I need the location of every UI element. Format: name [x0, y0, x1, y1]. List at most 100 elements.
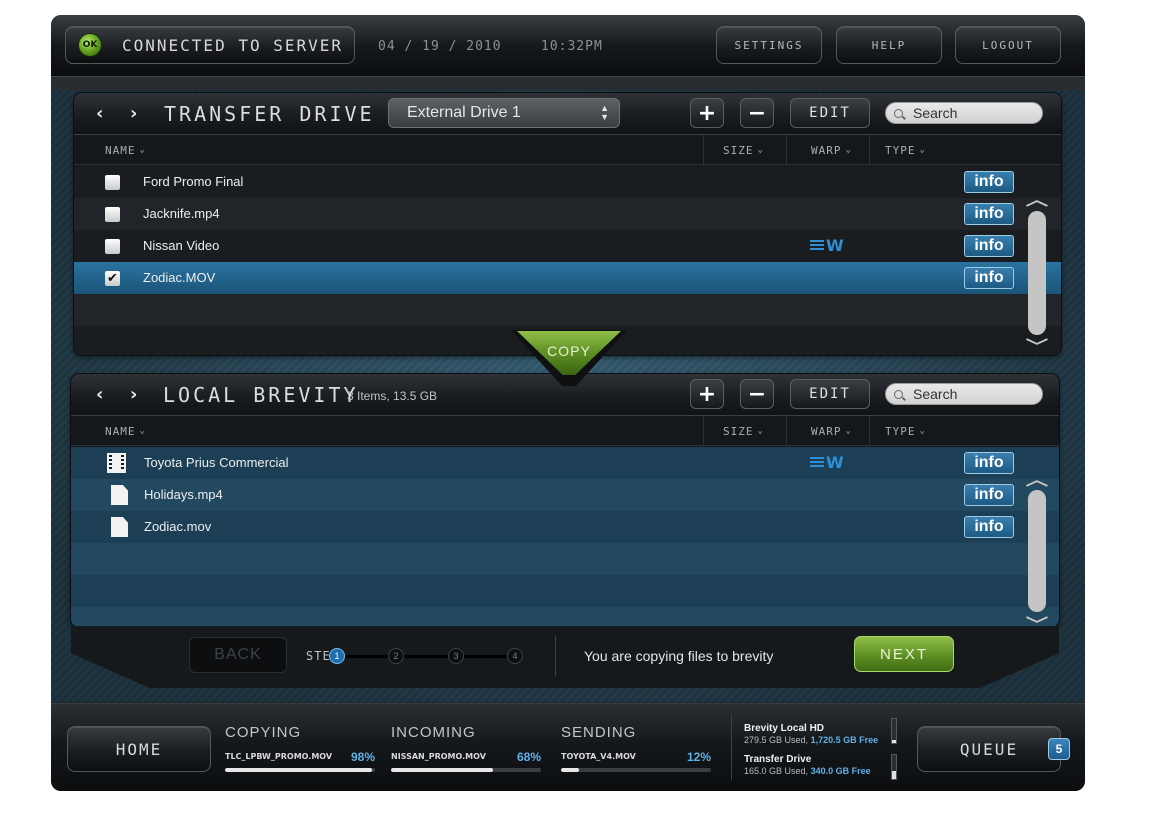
column-divider	[869, 416, 870, 446]
type-column-header[interactable]: TYPE ⌄	[885, 416, 926, 446]
top-bar: OK CONNECTED TO SERVER 04 / 19 / 2010 10…	[51, 15, 1085, 77]
help-button[interactable]: HELP	[836, 26, 942, 64]
time-display: 10:32PM	[541, 39, 603, 54]
search-field[interactable]	[885, 102, 1043, 124]
column-header-row: NAME ⌄ SIZE ⌄ WARP ⌄ TYPE ⌄	[74, 135, 1061, 165]
chevron-down-icon: ⌄	[919, 426, 926, 436]
warp-icon: W	[810, 453, 844, 472]
date-display: 04 / 19 / 2010	[378, 39, 502, 54]
file-name: Zodiac.mov	[144, 519, 212, 534]
chevron-down-icon: ⌄	[139, 426, 146, 436]
add-button[interactable]: +	[690, 379, 724, 409]
search-field[interactable]	[885, 383, 1043, 405]
info-button[interactable]: info	[964, 452, 1014, 474]
warp-column-header[interactable]: WARP ⌄	[811, 135, 852, 165]
logout-button[interactable]: LOGOUT	[955, 26, 1061, 64]
scrollbar[interactable]	[1028, 211, 1046, 335]
info-button[interactable]: info	[964, 267, 1014, 289]
bottom-bar: HOME COPYING TLC_LPBW_PROMO.MOV 98% INCO…	[51, 703, 1085, 791]
column-divider	[703, 416, 704, 446]
table-row[interactable]: Jacknife.mp4 info	[74, 198, 1061, 230]
column-divider	[869, 135, 870, 165]
table-row[interactable]: Nissan Video W info	[74, 230, 1061, 262]
info-button[interactable]: info	[964, 203, 1014, 225]
row-checkbox[interactable]	[105, 175, 120, 190]
info-button[interactable]: info	[964, 235, 1014, 257]
column-divider	[786, 416, 787, 446]
copy-button[interactable]: COPY	[511, 330, 627, 386]
storage-meter	[891, 718, 897, 744]
table-row[interactable]: Ford Promo Final info	[74, 166, 1061, 198]
row-checkbox[interactable]	[105, 239, 120, 254]
copy-label: COPY	[547, 343, 591, 359]
info-button[interactable]: info	[964, 171, 1014, 193]
add-button[interactable]: +	[690, 98, 724, 128]
transfer-percent: 68%	[516, 750, 541, 764]
back-arrow-icon[interactable]: ‹	[96, 384, 103, 405]
search-input[interactable]	[913, 386, 1033, 402]
progress-fill	[225, 768, 372, 772]
transfer-title: SENDING	[561, 724, 637, 741]
progress-fill	[391, 768, 493, 772]
home-button[interactable]: HOME	[67, 726, 211, 772]
edit-button[interactable]: EDIT	[790, 379, 870, 409]
forward-arrow-icon[interactable]: ›	[130, 384, 137, 405]
row-checkbox-checked[interactable]: ✔	[105, 271, 120, 286]
search-input[interactable]	[913, 105, 1033, 121]
warp-column-header[interactable]: WARP ⌄	[811, 416, 852, 446]
name-column-header[interactable]: NAME ⌄	[105, 416, 146, 446]
chevron-down-icon: ⌄	[845, 426, 852, 436]
scroll-down-icon[interactable]: ﹀	[1026, 611, 1048, 627]
transfer-percent: 12%	[686, 750, 711, 764]
storage-name: Brevity Local HD	[744, 723, 825, 734]
remove-button[interactable]: −	[740, 98, 774, 128]
drive-select[interactable]: External Drive 1 ▲ ▼	[388, 98, 620, 128]
empty-row	[71, 543, 1059, 575]
info-button[interactable]: info	[964, 484, 1014, 506]
incoming-status: INCOMING NISSAN_PROMO.MOV 68%	[391, 724, 541, 772]
chevron-down-icon: ⌄	[757, 145, 764, 155]
step-track	[339, 655, 519, 658]
file-name: Zodiac.MOV	[143, 270, 216, 285]
next-button[interactable]: NEXT	[854, 636, 954, 672]
table-row[interactable]: Zodiac.mov info	[71, 511, 1059, 543]
transfer-percent: 98%	[350, 750, 375, 764]
scrollbar[interactable]	[1028, 490, 1046, 612]
film-icon	[107, 453, 126, 473]
file-name: Toyota Prius Commercial	[144, 455, 289, 470]
queue-button[interactable]: QUEUE	[917, 726, 1061, 772]
forward-arrow-icon[interactable]: ›	[130, 103, 137, 124]
edit-button[interactable]: EDIT	[790, 98, 870, 128]
size-column-header[interactable]: SIZE ⌄	[723, 416, 764, 446]
table-row[interactable]: Holidays.mp4 info	[71, 479, 1059, 511]
connection-status-text: CONNECTED TO SERVER	[122, 35, 344, 55]
info-button[interactable]: info	[964, 516, 1014, 538]
scroll-down-icon[interactable]: ﹀	[1026, 333, 1048, 355]
item-summary: 3 Items, 13.5 GB	[347, 389, 438, 403]
size-column-header[interactable]: SIZE ⌄	[723, 135, 764, 165]
type-column-header[interactable]: TYPE ⌄	[885, 135, 926, 165]
row-checkbox[interactable]	[105, 207, 120, 222]
back-arrow-icon[interactable]: ‹	[96, 103, 103, 124]
progress-bar	[391, 768, 541, 772]
column-divider	[703, 135, 704, 165]
transfer-file: NISSAN_PROMO.MOV	[391, 752, 486, 761]
name-column-header[interactable]: NAME ⌄	[105, 135, 146, 165]
step-indicator-1: 1	[329, 648, 345, 664]
back-button[interactable]: BACK	[189, 637, 287, 673]
panel-title: TRANSFER DRIVE	[164, 102, 375, 126]
progress-fill	[561, 768, 579, 772]
settings-button[interactable]: SETTINGS	[716, 26, 822, 64]
progress-bar	[561, 768, 711, 772]
file-name: Holidays.mp4	[144, 487, 223, 502]
scroll-up-icon[interactable]: ︿	[1026, 466, 1048, 490]
column-divider	[786, 135, 787, 165]
scroll-up-icon[interactable]: ︿	[1026, 186, 1048, 210]
warp-icon: W	[810, 236, 844, 255]
table-row-selected[interactable]: ✔ Zodiac.MOV info	[74, 262, 1061, 294]
app-window: OK CONNECTED TO SERVER 04 / 19 / 2010 10…	[51, 15, 1085, 791]
table-row[interactable]: Toyota Prius Commercial W info	[71, 447, 1059, 479]
remove-button[interactable]: −	[740, 379, 774, 409]
column-header-row: NAME ⌄ SIZE ⌄ WARP ⌄ TYPE ⌄	[71, 416, 1059, 446]
divider	[731, 714, 732, 780]
